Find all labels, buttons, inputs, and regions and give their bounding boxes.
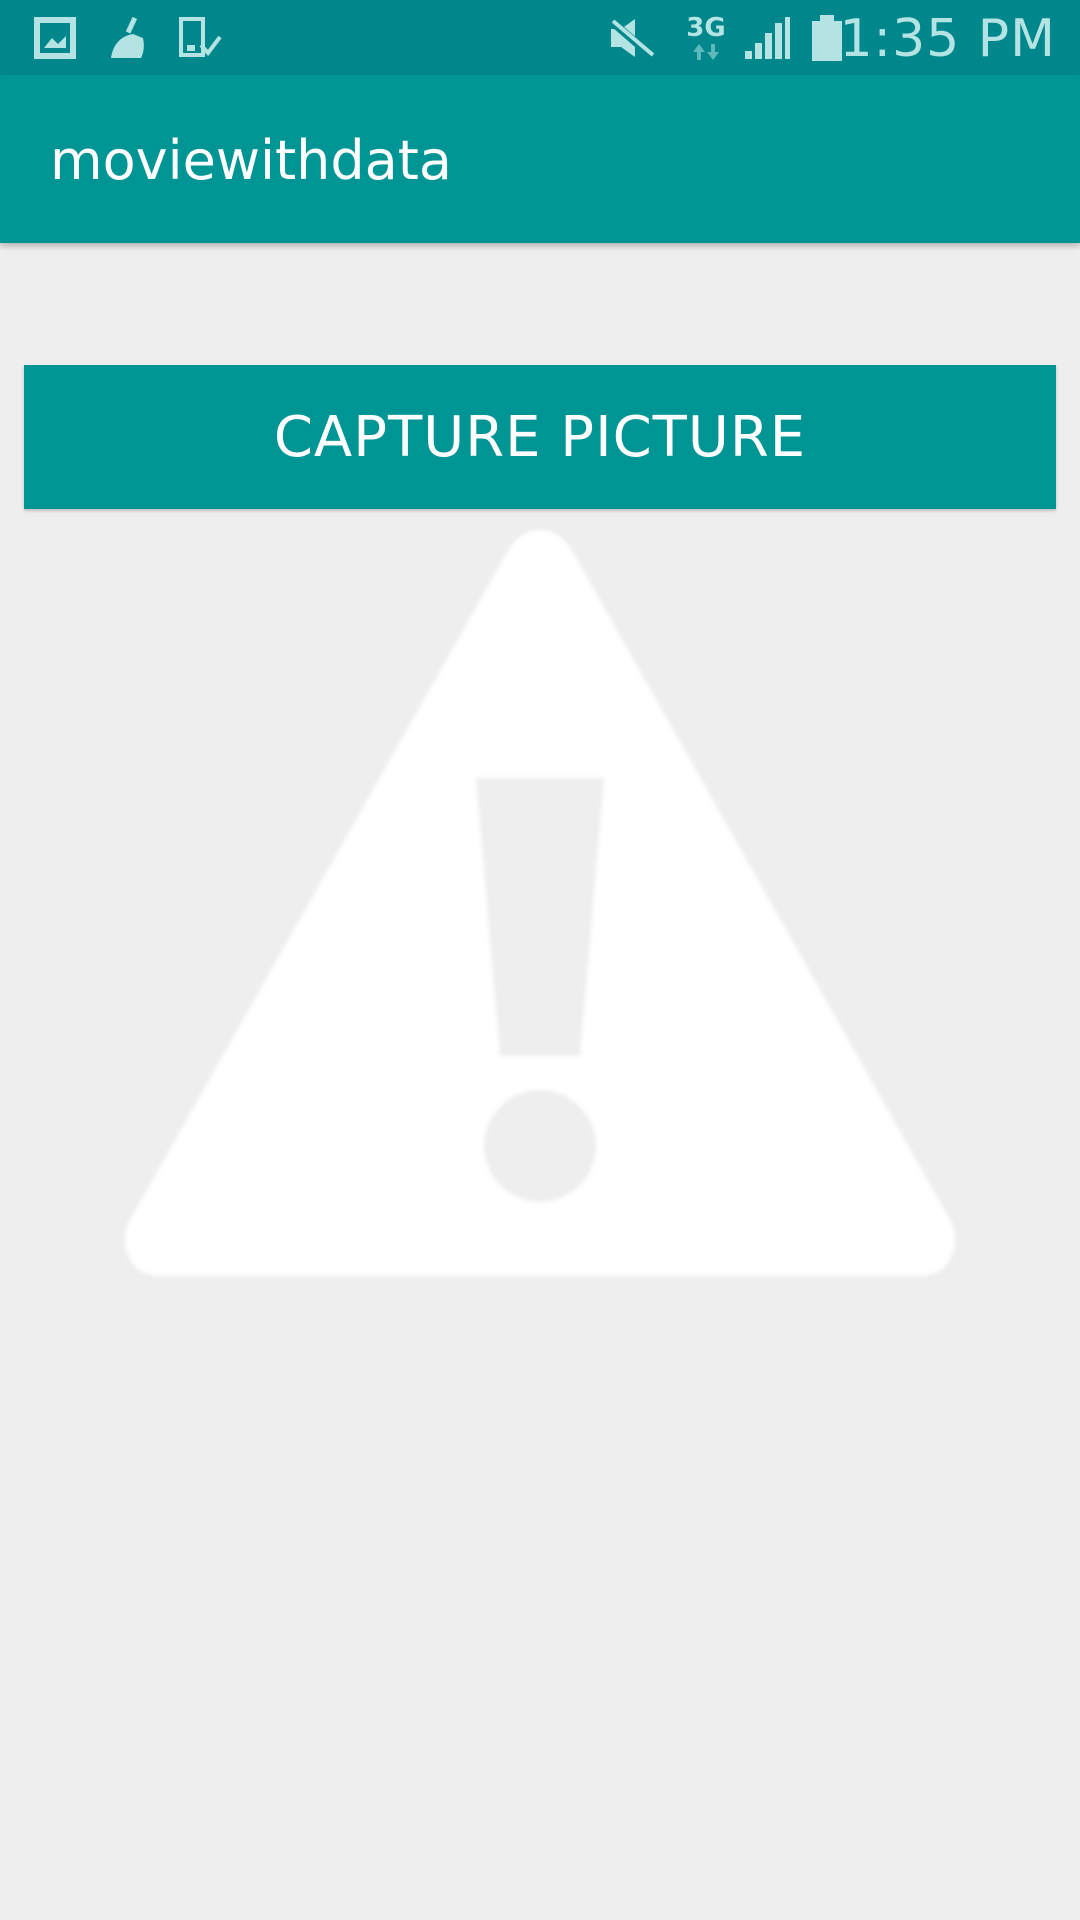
warning-icon [125, 530, 955, 1276]
status-time: 1:35 PM [839, 9, 1056, 69]
app-bar: moviewithdata [0, 75, 1080, 243]
device-check-icon [176, 0, 224, 75]
signal-icon [742, 0, 792, 75]
status-bar: 3G 1:35 PM [0, 0, 1080, 75]
gallery-icon [32, 0, 78, 75]
network-3g-label: 3G [686, 12, 726, 43]
captured-image-view [120, 520, 960, 1290]
app-title: moviewithdata [50, 129, 453, 192]
cleaner-icon [102, 0, 152, 75]
mute-icon [606, 0, 658, 75]
capture-picture-button[interactable]: CAPTURE PICTURE [24, 365, 1056, 509]
network-3g-icon: 3G [684, 0, 728, 75]
